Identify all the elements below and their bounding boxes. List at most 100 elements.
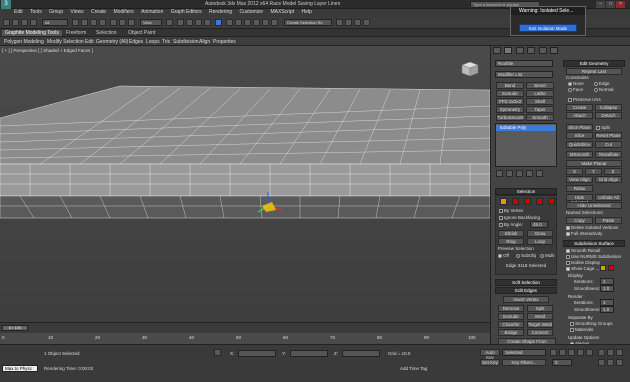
app-logo-icon[interactable]: 3 bbox=[1, 0, 11, 9]
create-button[interactable]: Create bbox=[566, 104, 593, 111]
tessellate-button[interactable]: Tessellate bbox=[595, 151, 622, 158]
menu-item[interactable]: MAXScript bbox=[270, 9, 294, 15]
menu-item[interactable]: Graph Editors bbox=[171, 9, 202, 15]
hide-selected-button[interactable]: Hide Selected bbox=[566, 194, 593, 205]
smoothing-groups-checkbox[interactable]: Smoothing Groups bbox=[570, 321, 613, 326]
z-coord-field[interactable] bbox=[342, 350, 380, 357]
undo-icon[interactable] bbox=[3, 19, 10, 26]
by-vertex-checkbox[interactable]: By Vertex bbox=[499, 208, 523, 213]
go-to-start-icon[interactable] bbox=[550, 349, 557, 356]
menu-item[interactable]: Modifiers bbox=[113, 9, 133, 15]
add-time-tag-button[interactable]: Add Time Tag bbox=[400, 366, 427, 371]
view-align-button[interactable]: View Align bbox=[566, 176, 593, 183]
ring-button[interactable]: Ring bbox=[498, 238, 524, 245]
ribbon-edges[interactable]: Edges bbox=[129, 39, 143, 45]
motion-tab-icon[interactable] bbox=[527, 47, 536, 54]
show-cage-checkbox[interactable]: Show Cage...... bbox=[566, 266, 602, 271]
ribbon-properties[interactable]: Properties bbox=[213, 39, 236, 45]
minimize-icon[interactable]: – bbox=[596, 1, 605, 8]
play-icon[interactable] bbox=[568, 349, 575, 356]
mirror-icon[interactable] bbox=[226, 19, 233, 26]
smooth-button[interactable]: Smooth bbox=[526, 114, 554, 121]
pan-icon[interactable] bbox=[607, 359, 614, 366]
x-coord-field[interactable] bbox=[238, 350, 276, 357]
vertex-level-icon[interactable] bbox=[500, 198, 507, 205]
slice-plane-button[interactable]: Slice Plane bbox=[566, 124, 593, 131]
bend-button[interactable]: Bend bbox=[496, 82, 524, 89]
ribbon-subdivision[interactable]: Subdivision bbox=[173, 39, 199, 45]
target-weld-button[interactable]: Target Weld bbox=[527, 321, 553, 328]
turbosmooth-button[interactable]: TurboSmooth bbox=[496, 114, 524, 121]
field-of-view-icon[interactable] bbox=[598, 359, 605, 366]
maxscript-listener-field[interactable]: Max to Physc bbox=[2, 365, 38, 372]
lathe-button[interactable]: Lathe bbox=[526, 90, 554, 97]
utilities-tab-icon[interactable] bbox=[549, 47, 558, 54]
exit-isolation-mode-button[interactable]: Exit Isolation Mode bbox=[519, 24, 577, 32]
reference-coord-dropdown[interactable]: View bbox=[140, 19, 162, 26]
next-frame-icon[interactable] bbox=[577, 349, 584, 356]
key-filters-button[interactable]: Key Filters... bbox=[502, 359, 546, 366]
timeline-ruler[interactable]: 0 10 20 30 40 50 60 70 80 90 100 bbox=[0, 333, 490, 344]
materials-checkbox[interactable]: Materials bbox=[570, 327, 593, 332]
chamfer-button[interactable]: Chamfer bbox=[498, 321, 524, 328]
select-object-icon[interactable] bbox=[72, 19, 79, 26]
split-button[interactable]: Split bbox=[527, 305, 553, 312]
by-angle-checkbox[interactable]: By Angle: bbox=[499, 222, 523, 227]
set-key-button[interactable]: Set Key bbox=[480, 359, 500, 366]
extrude-edges-button[interactable]: Extrude bbox=[498, 313, 524, 320]
menu-item[interactable]: Rendering bbox=[209, 9, 232, 15]
subdivision-rollout-header[interactable]: Subdivision Surface bbox=[563, 240, 625, 247]
zoom-icon[interactable] bbox=[598, 349, 605, 356]
display-smoothness-field[interactable]: 1.0 bbox=[600, 285, 614, 292]
show-end-result-icon[interactable] bbox=[506, 170, 513, 177]
remove-button[interactable]: Remove bbox=[498, 305, 524, 312]
close-icon[interactable]: × bbox=[616, 1, 625, 8]
menu-item[interactable]: Help bbox=[302, 9, 312, 15]
go-to-end-icon[interactable] bbox=[586, 349, 593, 356]
ribbon-align[interactable]: Align bbox=[199, 39, 210, 45]
scale-icon[interactable] bbox=[128, 19, 135, 26]
ribbon-loops[interactable]: Loops bbox=[146, 39, 160, 45]
previous-frame-icon[interactable] bbox=[559, 349, 566, 356]
constraint-none-radio[interactable]: None bbox=[568, 81, 584, 86]
make-planar-y-button[interactable]: Y bbox=[585, 168, 602, 175]
ribbon-modify-selection[interactable]: Modify Selection bbox=[47, 39, 84, 45]
window-crossing-icon[interactable] bbox=[99, 19, 106, 26]
cage-color-swatch[interactable] bbox=[600, 265, 606, 271]
object-name-field[interactable]: Rooftile bbox=[495, 60, 553, 67]
grid-align-button[interactable]: Grid Align bbox=[595, 176, 622, 183]
stack-item-editable-poly[interactable]: Editable Poly bbox=[496, 125, 556, 131]
viewcube-icon[interactable] bbox=[458, 60, 480, 78]
shell-button[interactable]: Shell bbox=[526, 98, 554, 105]
display-tab-icon[interactable] bbox=[538, 47, 547, 54]
split-checkbox[interactable]: Split bbox=[596, 125, 610, 130]
edge-level-icon[interactable] bbox=[512, 198, 519, 205]
named-selection-set-field[interactable]: Create Selection Se bbox=[284, 19, 332, 26]
zoom-all-icon[interactable] bbox=[607, 349, 614, 356]
paste-button[interactable]: Paste bbox=[595, 217, 622, 224]
make-planar-x-button[interactable]: X bbox=[566, 168, 583, 175]
tab-graphite-modeling-tools[interactable]: Graphite Modeling Tools bbox=[2, 30, 62, 36]
current-frame-field[interactable]: 0 bbox=[552, 359, 572, 366]
move-icon[interactable] bbox=[110, 19, 117, 26]
preview-off-radio[interactable]: Off bbox=[498, 253, 509, 258]
preview-multi-radio[interactable]: Multi bbox=[540, 253, 555, 258]
tab-object-paint[interactable]: Object Paint bbox=[128, 30, 155, 36]
rectangular-selection-icon[interactable] bbox=[90, 19, 97, 26]
layer-manager-icon[interactable] bbox=[244, 19, 251, 26]
time-slider[interactable]: 0 / 100 bbox=[2, 325, 28, 331]
smooth-result-checkbox[interactable]: Smooth Result bbox=[566, 248, 601, 253]
reset-plane-button[interactable]: Reset Plane bbox=[595, 132, 622, 139]
preserve-uvs-checkbox[interactable]: Preserve UVs bbox=[568, 97, 601, 102]
connect-button[interactable]: Connect bbox=[527, 329, 553, 336]
menu-item[interactable]: Group bbox=[49, 9, 63, 15]
ffd-button[interactable]: FFD 3x3x3 bbox=[496, 98, 524, 105]
menu-item[interactable]: Customize bbox=[239, 9, 263, 15]
use-nurms-checkbox[interactable]: Use NURMS Subdivision bbox=[566, 254, 621, 259]
bridge-button[interactable]: Bridge bbox=[498, 329, 524, 336]
menu-item[interactable]: Tools bbox=[30, 9, 42, 15]
grow-button[interactable]: Grow bbox=[527, 230, 553, 237]
weld-button[interactable]: Weld bbox=[527, 313, 553, 320]
maximize-icon[interactable]: □ bbox=[606, 1, 615, 8]
edit-geometry-rollout-header[interactable]: Edit Geometry bbox=[563, 60, 625, 67]
